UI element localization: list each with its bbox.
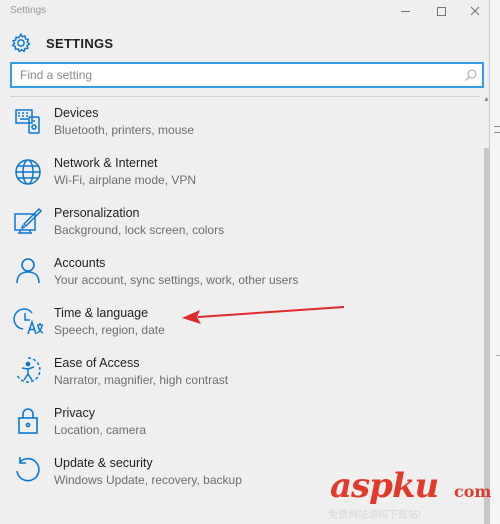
globe-icon (15, 159, 41, 185)
update-icon (16, 457, 40, 482)
category-label: Ease of Access (54, 356, 140, 370)
background-window-edge (490, 0, 500, 524)
search-icon[interactable] (464, 68, 478, 82)
window-title: Settings (10, 5, 47, 16)
category-label: Accounts (54, 256, 106, 270)
category-description: Narrator, magnifier, high contrast (54, 373, 229, 387)
watermark-brand: aspku (330, 466, 439, 506)
category-label: Network & Internet (54, 156, 158, 170)
category-accounts[interactable]: Accounts Your account, sync settings, wo… (0, 250, 470, 300)
search-input[interactable] (12, 64, 452, 86)
lock-icon (18, 408, 38, 434)
person-icon (16, 258, 40, 284)
watermark: aspku com 免费网站源码下载站! (322, 462, 500, 524)
header-divider (10, 96, 480, 97)
devices-icon (15, 109, 40, 134)
settings-window: Settings SETTINGS Find a setting Devices… (0, 0, 490, 524)
ease-of-access-icon (16, 357, 41, 383)
gear-icon (11, 32, 31, 53)
maximize-icon (436, 6, 446, 16)
title-bar[interactable]: Settings (0, 0, 489, 24)
category-label: Time & language (54, 306, 149, 320)
category-label: Update & security (54, 456, 153, 470)
category-description: Location, camera (54, 423, 147, 437)
category-personalization[interactable]: Personalization Background, lock screen,… (0, 200, 470, 250)
category-devices[interactable]: Devices Bluetooth, printers, mouse (0, 100, 470, 150)
category-ease-of-access[interactable]: Ease of Access Narrator, magnifier, high… (0, 350, 470, 400)
minimize-icon (400, 10, 410, 12)
personalization-icon (14, 207, 43, 234)
minimize-button[interactable] (388, 0, 422, 22)
time-language-icon (13, 308, 44, 335)
close-button[interactable] (458, 0, 489, 22)
close-icon (470, 6, 480, 16)
category-description: Bluetooth, printers, mouse (54, 123, 195, 137)
maximize-button[interactable] (424, 0, 458, 22)
category-description: Background, lock screen, colors (54, 223, 225, 237)
page-title: SETTINGS (46, 35, 114, 51)
settings-header: SETTINGS (10, 30, 113, 56)
annotation-arrow (182, 306, 345, 324)
category-label: Devices (54, 106, 99, 120)
category-label: Personalization (54, 206, 140, 220)
category-description: Windows Update, recovery, backup (54, 473, 242, 487)
category-description: Speech, region, date (54, 323, 165, 337)
category-network-internet[interactable]: Network & Internet Wi-Fi, airplane mode,… (0, 150, 470, 200)
category-description: Your account, sync settings, work, other… (54, 273, 299, 287)
category-privacy[interactable]: Privacy Location, camera (0, 400, 470, 450)
watermark-suffix: com (454, 482, 492, 501)
category-label: Privacy (54, 406, 95, 420)
category-description: Wi-Fi, airplane mode, VPN (54, 173, 197, 187)
scroll-up-arrow[interactable]: ▲ (483, 96, 489, 104)
watermark-tagline: 免费网站源码下载站! (328, 510, 421, 521)
search-box[interactable] (10, 62, 484, 88)
